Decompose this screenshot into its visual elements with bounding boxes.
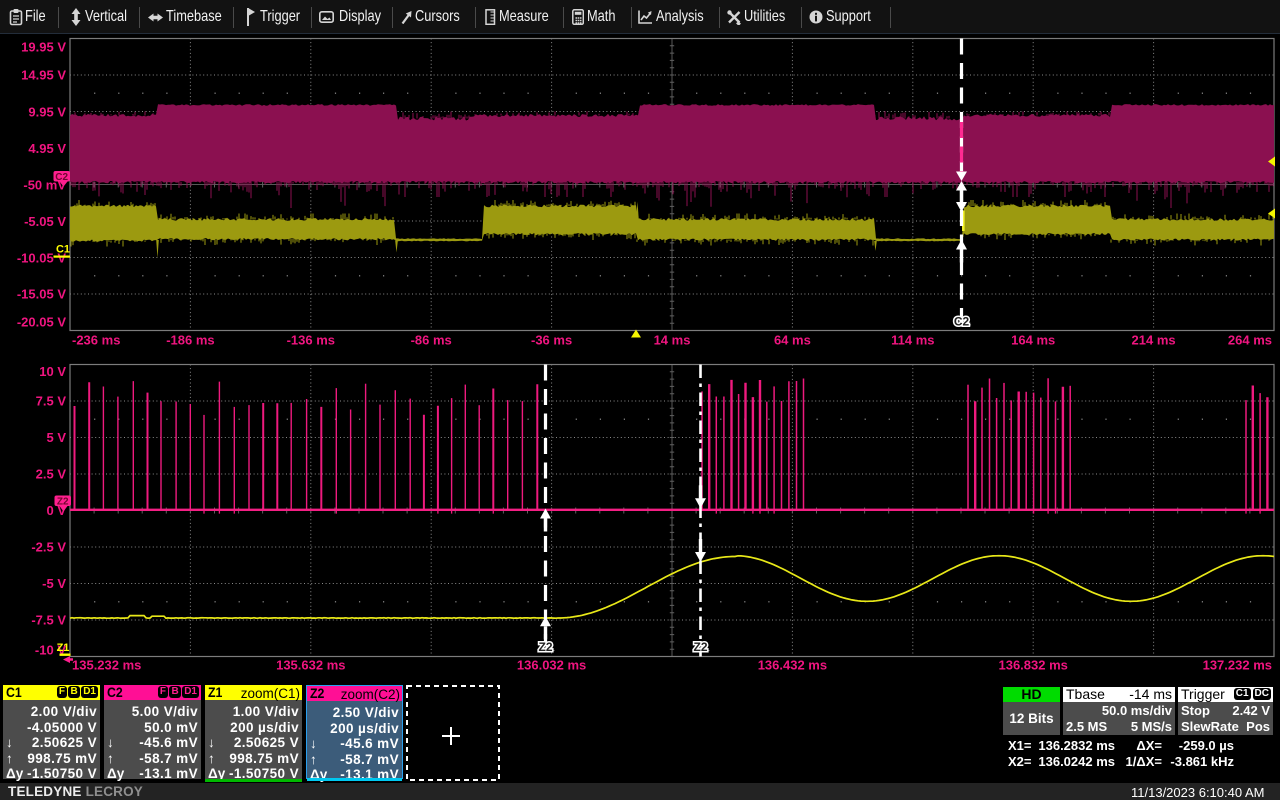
svg-text:135.232 ms: 135.232 ms	[72, 658, 141, 673]
svg-text:-7.5 V: -7.5 V	[31, 612, 66, 627]
svg-text:-136 ms: -136 ms	[287, 333, 335, 348]
svg-text:-36 ms: -36 ms	[531, 333, 572, 348]
svg-text:14 ms: 14 ms	[654, 333, 691, 348]
svg-text:-236 ms: -236 ms	[72, 333, 120, 348]
svg-text:Z2: Z2	[57, 496, 69, 507]
svg-text:14.95 V: 14.95 V	[21, 68, 66, 83]
svg-text:Z2: Z2	[538, 640, 552, 654]
svg-text:7.5 V: 7.5 V	[36, 394, 67, 409]
svg-text:Z2: Z2	[693, 640, 707, 654]
svg-text:-5.05 V: -5.05 V	[24, 214, 66, 229]
svg-text:-15.05 V: -15.05 V	[17, 287, 66, 302]
svg-text:5 V: 5 V	[46, 430, 66, 445]
svg-text:-186 ms: -186 ms	[166, 333, 214, 348]
svg-text:264 ms: 264 ms	[1228, 333, 1272, 348]
svg-text:C2: C2	[55, 172, 68, 183]
svg-text:135.632 ms: 135.632 ms	[276, 658, 345, 673]
svg-text:164 ms: 164 ms	[1011, 333, 1055, 348]
svg-text:19.95 V: 19.95 V	[21, 40, 66, 55]
svg-text:-20.05 V: -20.05 V	[17, 315, 66, 330]
svg-text:-5 V: -5 V	[42, 576, 66, 591]
svg-text:136.832 ms: 136.832 ms	[998, 658, 1067, 673]
svg-text:C1: C1	[56, 244, 70, 256]
svg-text:136.432 ms: 136.432 ms	[758, 658, 827, 673]
svg-text:137.232 ms: 137.232 ms	[1203, 658, 1272, 673]
svg-text:-86 ms: -86 ms	[411, 333, 452, 348]
svg-text:10 V: 10 V	[39, 364, 66, 379]
svg-text:2.5 V: 2.5 V	[36, 466, 67, 481]
svg-text:114 ms: 114 ms	[891, 333, 934, 348]
svg-text:C2: C2	[954, 315, 970, 329]
svg-text:9.95 V: 9.95 V	[28, 104, 66, 119]
svg-text:214 ms: 214 ms	[1132, 333, 1176, 348]
svg-text:Z1: Z1	[57, 642, 70, 654]
svg-text:-2.5 V: -2.5 V	[31, 539, 66, 554]
svg-text:4.95 V: 4.95 V	[28, 141, 66, 156]
svg-text:136.032 ms: 136.032 ms	[517, 658, 586, 673]
svg-text:64 ms: 64 ms	[774, 333, 811, 348]
